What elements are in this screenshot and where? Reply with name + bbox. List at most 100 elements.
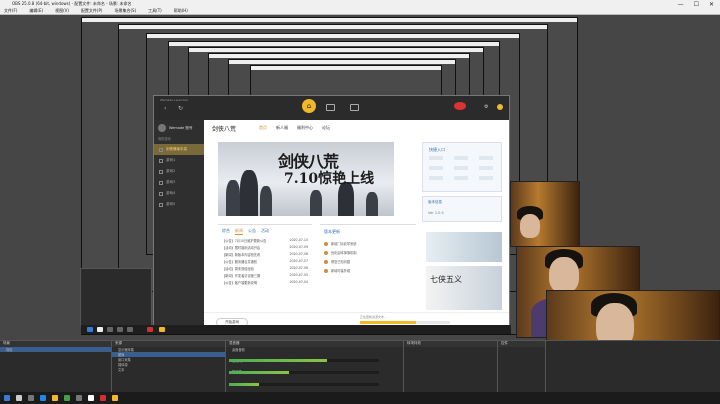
search-icon[interactable]: [16, 395, 22, 401]
launcher-nav: 剑侠八荒 首页 新人福 福利中心 论坛: [204, 120, 509, 136]
quick-link[interactable]: [454, 166, 468, 170]
quick-link[interactable]: [479, 176, 493, 180]
app-icon[interactable]: [64, 395, 70, 401]
launcher-sidebar: Wemade 账号 我的游戏 剑侠情缘手游 游戏1 游戏2 游戏3 游戏4 游戏…: [154, 120, 204, 330]
launcher-icon[interactable]: [112, 395, 118, 401]
title-bar: OBS 25.0.8 (64-bit, windows) - 配置文件: 未命名…: [0, 0, 720, 8]
mixer-panel: 混音器 桌面音频 麦克风/Aux 媒体源: [226, 341, 404, 393]
nav-newbie[interactable]: 新人福: [276, 125, 288, 131]
mixer-meter[interactable]: [229, 359, 379, 362]
close-icon[interactable]: ✕: [709, 1, 714, 8]
coin-icon[interactable]: [497, 104, 503, 110]
quick-link[interactable]: [429, 156, 443, 160]
maximize-icon[interactable]: ☐: [694, 1, 699, 8]
menu-scene-collection[interactable]: 场景集合(S): [114, 8, 136, 14]
back-icon[interactable]: ‹: [164, 105, 166, 112]
video-icon[interactable]: [326, 104, 335, 111]
news-row[interactable]: 【活动】周末双倍经验 2020-07-06: [218, 266, 312, 273]
user-avatar[interactable]: [454, 102, 466, 110]
sidebar-item[interactable]: 游戏4: [154, 188, 204, 199]
controls-header: 控件: [498, 341, 545, 347]
nested-dock-panel: [80, 268, 152, 326]
sidebar-item[interactable]: 游戏3: [154, 177, 204, 188]
menu-tools[interactable]: 工具(T): [148, 8, 162, 14]
launcher-top-bar: Wemade Launcher ‹ ↻ ⌂ ⚙: [154, 96, 509, 120]
update-item[interactable]: 新增时装外观: [320, 266, 416, 275]
settings-icon[interactable]: ⚙: [484, 104, 488, 110]
menu-file[interactable]: 文件(F): [4, 8, 17, 14]
menu-help[interactable]: 帮助(H): [174, 8, 188, 14]
menu-profile[interactable]: 配置文件(P): [81, 8, 103, 14]
launcher-main: 剑侠八荒 首页 新人福 福利中心 论坛 剑侠八荒 7.10惊艳上线 快捷入口 版…: [204, 120, 509, 330]
avatar[interactable]: [158, 124, 166, 132]
windows-taskbar: [0, 392, 720, 404]
task-view-icon[interactable]: [28, 395, 34, 401]
photo-source-1[interactable]: [510, 181, 580, 247]
quick-link[interactable]: [479, 166, 493, 170]
browser-icon[interactable]: [40, 395, 46, 401]
quick-link[interactable]: [429, 176, 443, 180]
chat-icon[interactable]: [350, 104, 359, 111]
progress-text: 正在更新资源文件...: [360, 315, 387, 319]
sidebar-section: 我的游戏: [158, 137, 171, 141]
update-progress-bar: [360, 321, 450, 324]
promo-banner[interactable]: 剑侠八荒 7.10惊艳上线: [218, 142, 394, 216]
quick-links-header: 快捷入口: [429, 147, 445, 152]
folder-icon[interactable]: [52, 395, 58, 401]
news-row[interactable]: 【活动】限时福利活动开启 2020-07-09: [218, 245, 312, 252]
news-row[interactable]: 【公告】7月10日维护更新公告 2020-07-10: [218, 238, 312, 245]
update-item[interactable]: 修复已知问题: [320, 257, 416, 266]
user-label: Wemade 账号: [169, 125, 193, 130]
game-launcher-window: Wemade Launcher ‹ ↻ ⌂ ⚙ Wemade 账号 我的游戏 剑…: [153, 95, 510, 331]
news-row[interactable]: 【新闻】开发者访谈第三期 2020-07-05: [218, 273, 312, 280]
nav-welfare[interactable]: 福利中心: [297, 125, 313, 131]
app-icon[interactable]: [76, 395, 82, 401]
update-item[interactable]: 优化副本掉落机制: [320, 248, 416, 257]
news-row[interactable]: 【新闻】新版本内容抢先看 2020-07-08: [218, 252, 312, 259]
quick-link[interactable]: [454, 156, 468, 160]
obs-dock: 场景 场景 来源 显示器采集 图像 窗口采集 媒体源 文本 混音器 桌面音频 麦…: [0, 340, 720, 393]
nav-home[interactable]: 首页: [259, 125, 267, 131]
ad-banner-2[interactable]: 七侠五义: [426, 266, 502, 310]
quick-link[interactable]: [479, 156, 493, 160]
obs-window: OBS 25.0.8 (64-bit, windows) - 配置文件: 未命名…: [0, 0, 720, 404]
nav-forum[interactable]: 论坛: [322, 125, 330, 131]
tab-news[interactable]: 新闻: [235, 228, 243, 235]
news-row[interactable]: 【公告】服务器合并通知 2020-07-07: [218, 259, 312, 266]
mixer-meter[interactable]: [229, 371, 379, 374]
refresh-icon[interactable]: ↻: [178, 105, 183, 112]
news-row[interactable]: 【公告】客户端更新说明 2020-07-04: [218, 280, 312, 287]
sidebar-item-game[interactable]: 剑侠情缘手游: [154, 144, 204, 155]
version-value: Ver 1.0.5: [428, 211, 444, 215]
ad-banner[interactable]: [426, 232, 502, 262]
menu-edit[interactable]: 编辑(E): [29, 8, 43, 14]
tab-notice[interactable]: 公告: [248, 228, 256, 235]
version-label: 版本信息: [428, 200, 442, 204]
tab-all[interactable]: 综合: [222, 228, 230, 235]
home-icon[interactable]: ⌂: [302, 99, 316, 113]
news-panel: 综合 新闻 公告 活动 【公告】7月10日维护更新公告 2020-07-10 【活…: [218, 224, 312, 298]
minimize-icon[interactable]: —: [678, 1, 684, 8]
transitions-header: 转场特效: [404, 341, 497, 347]
sidebar-item[interactable]: 游戏2: [154, 166, 204, 177]
mixer-track-label: 桌面音频: [232, 348, 245, 352]
menu-view[interactable]: 视图(V): [55, 8, 69, 14]
quick-links: 快捷入口: [422, 142, 502, 192]
quick-link[interactable]: [454, 176, 468, 180]
mixer-meter[interactable]: [229, 383, 379, 386]
tab-event[interactable]: 活动: [261, 228, 269, 235]
version-box: 版本信息 Ver 1.0.5: [422, 196, 502, 222]
menu-bar: 文件(F) 编辑(E) 视图(V) 配置文件(P) 场景集合(S) 工具(T) …: [0, 8, 720, 15]
source-item[interactable]: 文本: [112, 367, 225, 372]
sidebar-item[interactable]: 游戏1: [154, 155, 204, 166]
sidebar-item[interactable]: 游戏5: [154, 199, 204, 210]
controls-panel: 控件: [498, 341, 546, 393]
updates-header: 版本更新: [324, 229, 340, 234]
start-icon[interactable]: [4, 395, 10, 401]
quick-link[interactable]: [429, 166, 443, 170]
scene-item[interactable]: 场景: [0, 347, 111, 352]
app-icon[interactable]: [100, 395, 106, 401]
obs-icon[interactable]: [88, 395, 94, 401]
update-item[interactable]: 新增门派武学系统: [320, 239, 416, 248]
updates-panel: 版本更新 新增门派武学系统 优化副本掉落机制 修复已知问题 新增时装外观: [320, 224, 416, 298]
